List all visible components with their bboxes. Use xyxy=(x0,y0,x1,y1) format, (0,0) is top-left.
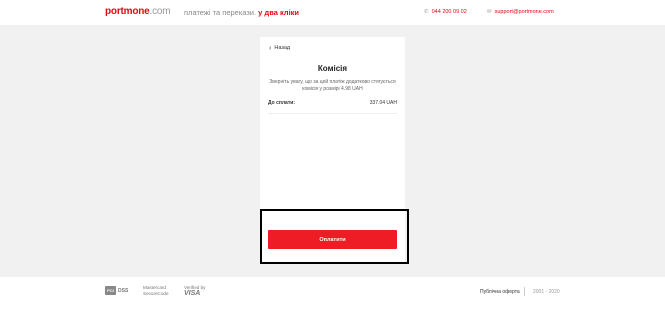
divider xyxy=(268,113,397,114)
pci-text: DSS xyxy=(118,287,129,294)
page-title: Комісія xyxy=(317,64,348,73)
tagline-accent: у два кліки xyxy=(258,8,300,17)
footer-divider xyxy=(524,287,525,296)
commission-note: Зверніть увагу, що за цей платіж додатко… xyxy=(269,79,396,92)
mastercard-line2: SecureCode xyxy=(143,291,169,296)
total-value: 337.04 UAH xyxy=(369,100,397,106)
pay-button[interactable]: Оплатити xyxy=(268,230,397,249)
footer: PCI DSS Mastercard SecureCode Verified b… xyxy=(0,277,665,309)
tagline: платежі та перекази. у два кліки xyxy=(184,8,299,17)
copyright-years: 2001 - 2020 xyxy=(533,289,560,295)
tagline-main: платежі та перекази. xyxy=(184,8,257,17)
phone-contact[interactable]: ✆ 044 200 09 02 xyxy=(424,9,467,15)
header: portmone.com платежі та перекази. у два … xyxy=(0,0,665,25)
logo-domain: .com xyxy=(149,6,171,17)
total-row: До сплати: 337.04 UAH xyxy=(268,100,397,106)
back-button[interactable]: ‹ Назад xyxy=(269,44,291,52)
phone-icon: ✆ xyxy=(424,9,429,15)
email-contact[interactable]: ✉ support@portmone.com xyxy=(487,9,554,15)
pci-dss-badge: PCI DSS xyxy=(105,286,128,295)
total-label: До сплати: xyxy=(268,100,296,106)
mastercard-securecode-badge: Mastercard SecureCode xyxy=(143,285,169,297)
visa-logo: VISA xyxy=(184,290,201,297)
mail-icon: ✉ xyxy=(487,9,492,15)
portmone-logo[interactable]: portmone.com xyxy=(105,6,171,17)
email-address: support@portmone.com xyxy=(494,9,554,15)
chevron-left-icon: ‹ xyxy=(269,44,272,52)
public-offer-link[interactable]: Публічна оферта xyxy=(480,289,520,295)
back-label: Назад xyxy=(274,45,291,51)
pci-box: PCI xyxy=(105,286,116,295)
logo-brand: portmone xyxy=(105,6,150,17)
phone-number: 044 200 09 02 xyxy=(431,9,467,15)
verified-by-visa-badge: Verified by VISA xyxy=(184,285,205,297)
